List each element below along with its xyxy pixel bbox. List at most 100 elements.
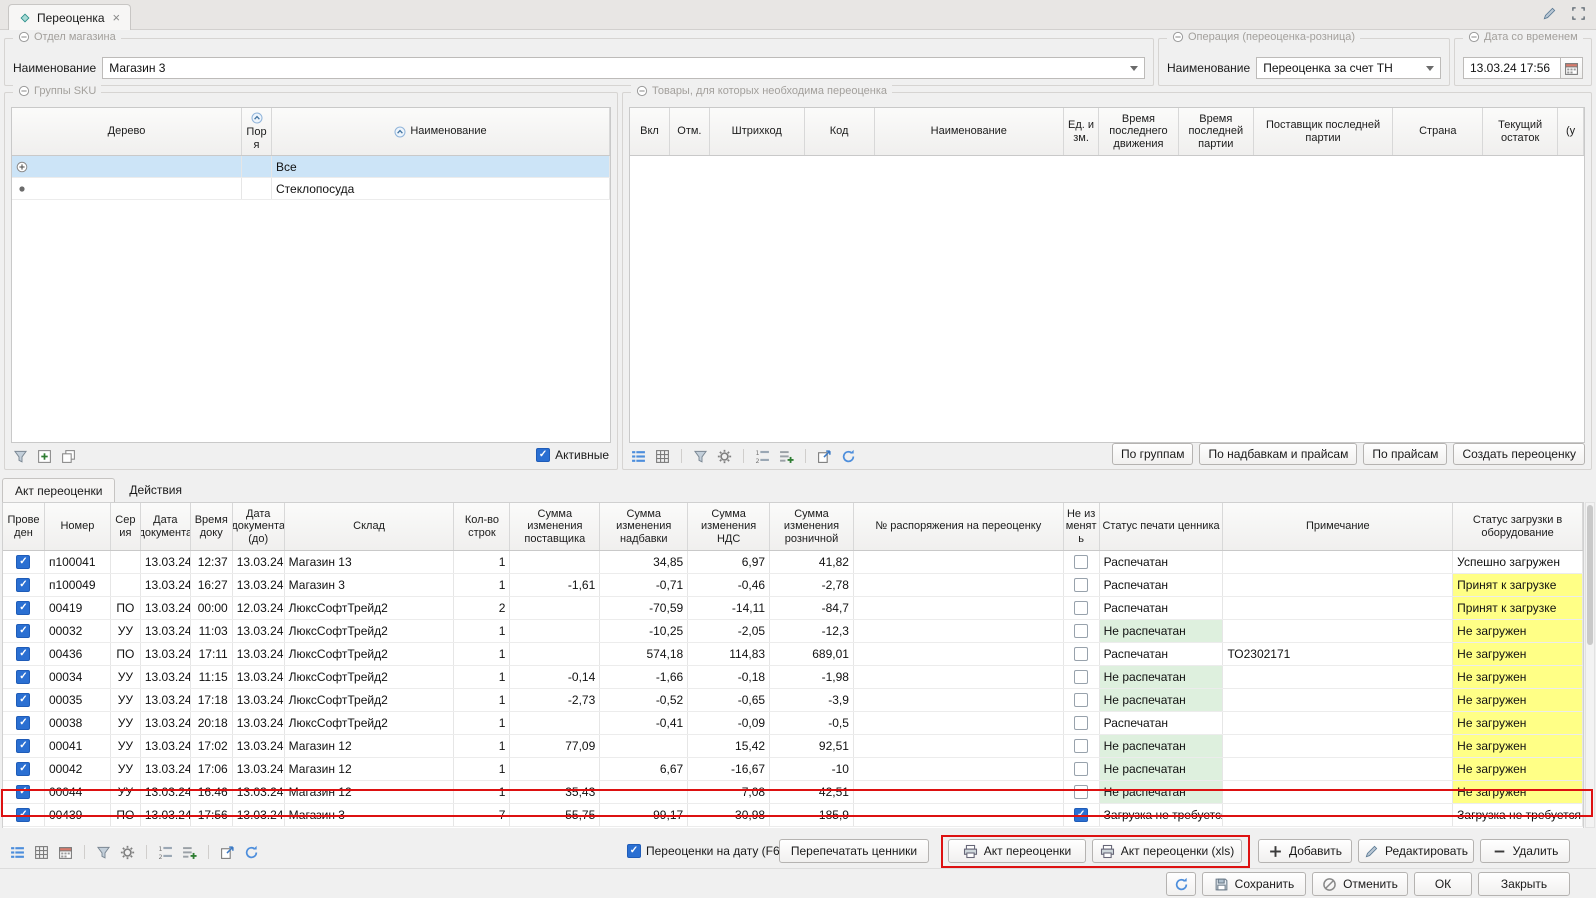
cell-posted[interactable]	[3, 643, 45, 665]
cell-order_no[interactable]	[854, 712, 1064, 734]
edit-button[interactable]: Редактировать	[1358, 839, 1474, 863]
cell-doc_date[interactable]: 13.03.24	[141, 758, 191, 780]
export-icon[interactable]	[220, 845, 235, 860]
expand-node-icon[interactable]	[16, 161, 28, 173]
cell-sum_markup[interactable]	[600, 735, 688, 757]
acts-column-header[interactable]: Сумма изменения розничной	[770, 503, 854, 550]
cell-sum_vat[interactable]: -2,05	[688, 620, 770, 642]
acts-table-row[interactable]: п10004113.03.2412:3713.03.24Магазин 1313…	[3, 551, 1583, 574]
posted-checkbox[interactable]	[16, 693, 30, 707]
cell-order_no[interactable]	[854, 574, 1064, 596]
cell-note[interactable]	[1223, 620, 1453, 642]
acts-column-header[interactable]: Статус загрузки в оборудование	[1453, 503, 1583, 550]
cell-posted[interactable]	[3, 781, 45, 803]
products-column-header[interactable]: Код	[805, 108, 875, 155]
cell-print_status[interactable]: Распечатан	[1100, 574, 1224, 596]
act-report-button[interactable]: Акт переоценки	[948, 839, 1086, 863]
add-group-icon[interactable]	[37, 449, 52, 464]
cell-number[interactable]: 00042	[45, 758, 111, 780]
cell-no_change[interactable]	[1064, 758, 1100, 780]
cell-load_status[interactable]: Не загружен	[1453, 758, 1583, 780]
cell-sum_supplier[interactable]: 35,43	[510, 781, 600, 803]
products-column-header[interactable]: Ед. изм.	[1064, 108, 1099, 155]
cell-posted[interactable]	[3, 620, 45, 642]
cell-warehouse[interactable]: Магазин 12	[285, 758, 455, 780]
cell-note[interactable]	[1223, 735, 1453, 757]
cell-sum_retail[interactable]: -12,3	[770, 620, 854, 642]
cell-series[interactable]: УУ	[111, 758, 141, 780]
cell-sum_markup[interactable]: -0,71	[600, 574, 688, 596]
cell-series[interactable]: ПО	[111, 804, 141, 826]
acts-table-row[interactable]: 00419ПО13.03.2400:0012.03.24ЛюксСофтТрей…	[3, 597, 1583, 620]
collapse-icon[interactable]	[18, 85, 30, 97]
no-change-checkbox[interactable]	[1074, 785, 1088, 799]
acts-column-header[interactable]: Примечание	[1223, 503, 1453, 550]
cell-sum_retail[interactable]: -0,5	[770, 712, 854, 734]
cell-name[interactable]: Все	[272, 156, 610, 177]
cell-series[interactable]: УУ	[111, 735, 141, 757]
cell-series[interactable]: ПО	[111, 643, 141, 665]
table-view-icon[interactable]	[34, 845, 49, 860]
cancel-button[interactable]: Отменить	[1312, 872, 1408, 896]
tab-pereocenka[interactable]: Переоценка ×	[8, 4, 131, 30]
create-revaluation-button[interactable]: Создать переоценку	[1453, 443, 1585, 465]
cell-warehouse[interactable]: Магазин 3	[285, 574, 455, 596]
cell-lines[interactable]: 2	[454, 597, 510, 619]
active-filter[interactable]: Активные	[536, 448, 609, 462]
cell-lines[interactable]: 1	[454, 574, 510, 596]
products-column-header[interactable]: Поставщик последней партии	[1254, 108, 1394, 155]
posted-checkbox[interactable]	[16, 739, 30, 753]
cell-lines[interactable]: 1	[454, 735, 510, 757]
cell-sum_vat[interactable]: 114,83	[688, 643, 770, 665]
cell-doc_date_to[interactable]: 13.03.24	[233, 804, 285, 826]
cell-number[interactable]: 00044	[45, 781, 111, 803]
cell-doc_date_to[interactable]: 13.03.24	[233, 666, 285, 688]
cell-print_status[interactable]: Не распечатан	[1100, 781, 1224, 803]
cell-order[interactable]	[242, 156, 272, 177]
posted-checkbox[interactable]	[16, 555, 30, 569]
cell-posted[interactable]	[3, 666, 45, 688]
cell-no_change[interactable]	[1064, 643, 1100, 665]
products-column-header[interactable]: Вкл	[630, 108, 670, 155]
cell-load_status[interactable]: Принят к загрузке	[1453, 597, 1583, 619]
scrollbar-thumb[interactable]	[1587, 505, 1593, 645]
posted-checkbox[interactable]	[16, 762, 30, 776]
cell-load_status[interactable]: Успешно загружен	[1453, 551, 1583, 573]
acts-column-header[interactable]: Кол-во строк	[454, 503, 510, 550]
products-column-header[interactable]: Штрихкод	[710, 108, 805, 155]
cell-load_status[interactable]: Не загружен	[1453, 666, 1583, 688]
cell-lines[interactable]: 1	[454, 781, 510, 803]
cell-tree[interactable]	[12, 178, 242, 199]
cell-lines[interactable]: 1	[454, 712, 510, 734]
numbered-list-icon[interactable]: 12	[755, 449, 770, 464]
posted-checkbox[interactable]	[16, 670, 30, 684]
column-header-name[interactable]: Наименование	[272, 108, 610, 155]
save-button[interactable]: Сохранить	[1202, 872, 1306, 896]
cell-doc_time[interactable]: 11:03	[191, 620, 233, 642]
by-groups-button[interactable]: По группам	[1112, 443, 1193, 465]
cell-sum_supplier[interactable]	[510, 597, 600, 619]
cell-posted[interactable]	[3, 804, 45, 826]
cell-doc_time[interactable]: 16:27	[191, 574, 233, 596]
posted-checkbox[interactable]	[16, 716, 30, 730]
cell-lines[interactable]: 1	[454, 666, 510, 688]
products-column-header[interactable]: Текущий остаток	[1483, 108, 1558, 155]
cell-doc_date_to[interactable]: 13.03.24	[233, 689, 285, 711]
cell-note[interactable]	[1223, 804, 1453, 826]
cell-series[interactable]: УУ	[111, 666, 141, 688]
expand-icon[interactable]	[1571, 6, 1586, 21]
cell-print_status[interactable]: Распечатан	[1100, 643, 1224, 665]
cell-number[interactable]: п100049	[45, 574, 111, 596]
cell-sum_retail[interactable]: 92,51	[770, 735, 854, 757]
products-column-header[interactable]: Страна	[1393, 108, 1483, 155]
acts-column-header[interactable]: Статус печати ценника	[1100, 503, 1224, 550]
cell-lines[interactable]: 1	[454, 551, 510, 573]
cell-doc_date[interactable]: 13.03.24	[141, 781, 191, 803]
posted-checkbox[interactable]	[16, 624, 30, 638]
cell-series[interactable]	[111, 551, 141, 573]
cell-warehouse[interactable]: ЛюксСофтТрейд2	[285, 620, 455, 642]
sku-tree-row[interactable]: Стеклопосуда	[12, 178, 610, 200]
cell-posted[interactable]	[3, 689, 45, 711]
cell-doc_date_to[interactable]: 13.03.24	[233, 574, 285, 596]
no-change-checkbox[interactable]	[1074, 601, 1088, 615]
